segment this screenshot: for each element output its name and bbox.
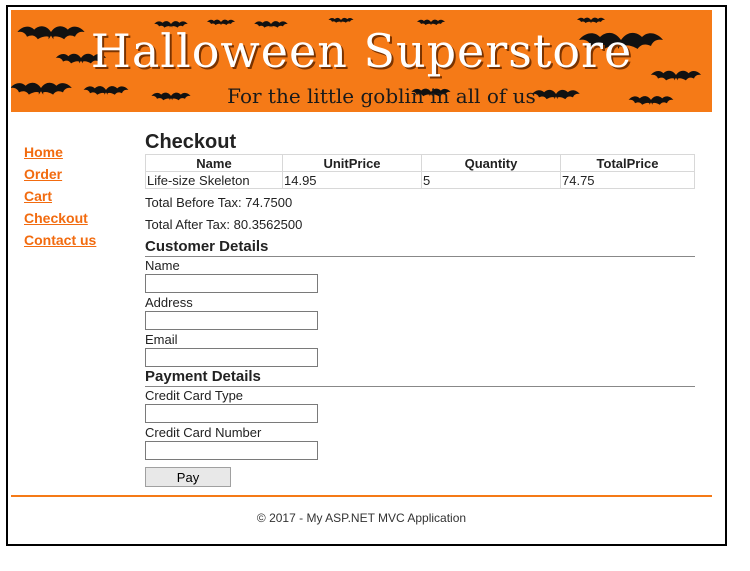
main-content: Checkout Name UnitPrice Quantity TotalPr… [145, 130, 695, 460]
cell-unit-price: 14.95 [282, 171, 422, 189]
cell-total-price: 74.75 [560, 171, 695, 189]
pay-button[interactable]: Pay [145, 467, 231, 487]
footer-divider [11, 495, 712, 497]
cell-quantity: 5 [421, 171, 561, 189]
nav-link-order[interactable]: Order [24, 163, 96, 185]
payment-details-heading: Payment Details [145, 368, 695, 387]
site-banner: Halloween Superstore For the little gobl… [11, 10, 712, 112]
nav-link-contact[interactable]: Contact us [24, 229, 96, 251]
cell-item-name: Life-size Skeleton [145, 171, 283, 189]
address-input[interactable] [145, 311, 318, 330]
name-label: Name [145, 258, 180, 273]
table-header-row: Name UnitPrice Quantity TotalPrice [145, 154, 695, 172]
card-number-label: Credit Card Number [145, 425, 262, 440]
name-input[interactable] [145, 274, 318, 293]
cart-table: Name UnitPrice Quantity TotalPrice Life-… [145, 154, 695, 189]
card-type-label: Credit Card Type [145, 388, 244, 403]
email-input[interactable] [145, 348, 318, 367]
column-header-unitprice: UnitPrice [282, 154, 422, 172]
column-header-quantity: Quantity [421, 154, 561, 172]
card-type-input[interactable] [145, 404, 318, 423]
nav-link-checkout[interactable]: Checkout [24, 207, 96, 229]
customer-details-heading: Customer Details [145, 238, 695, 257]
banner-title: Halloween Superstore [90, 24, 633, 78]
total-after-tax: Total After Tax: 80.3562500 [145, 217, 303, 232]
column-header-name: Name [145, 154, 283, 172]
column-header-totalprice: TotalPrice [560, 154, 695, 172]
banner-subtitle: For the little goblin in all of us [227, 84, 536, 108]
address-label: Address [145, 295, 193, 310]
nav-link-cart[interactable]: Cart [24, 185, 96, 207]
email-label: Email [145, 332, 178, 347]
side-navigation: Home Order Cart Checkout Contact us [24, 141, 96, 251]
table-row: Life-size Skeleton 14.95 5 74.75 [145, 171, 695, 189]
nav-link-home[interactable]: Home [24, 141, 96, 163]
card-number-input[interactable] [145, 441, 318, 460]
page-title: Checkout [145, 131, 237, 153]
footer-copyright: © 2017 - My ASP.NET MVC Application [256, 511, 467, 525]
total-before-tax: Total Before Tax: 74.7500 [145, 195, 293, 210]
